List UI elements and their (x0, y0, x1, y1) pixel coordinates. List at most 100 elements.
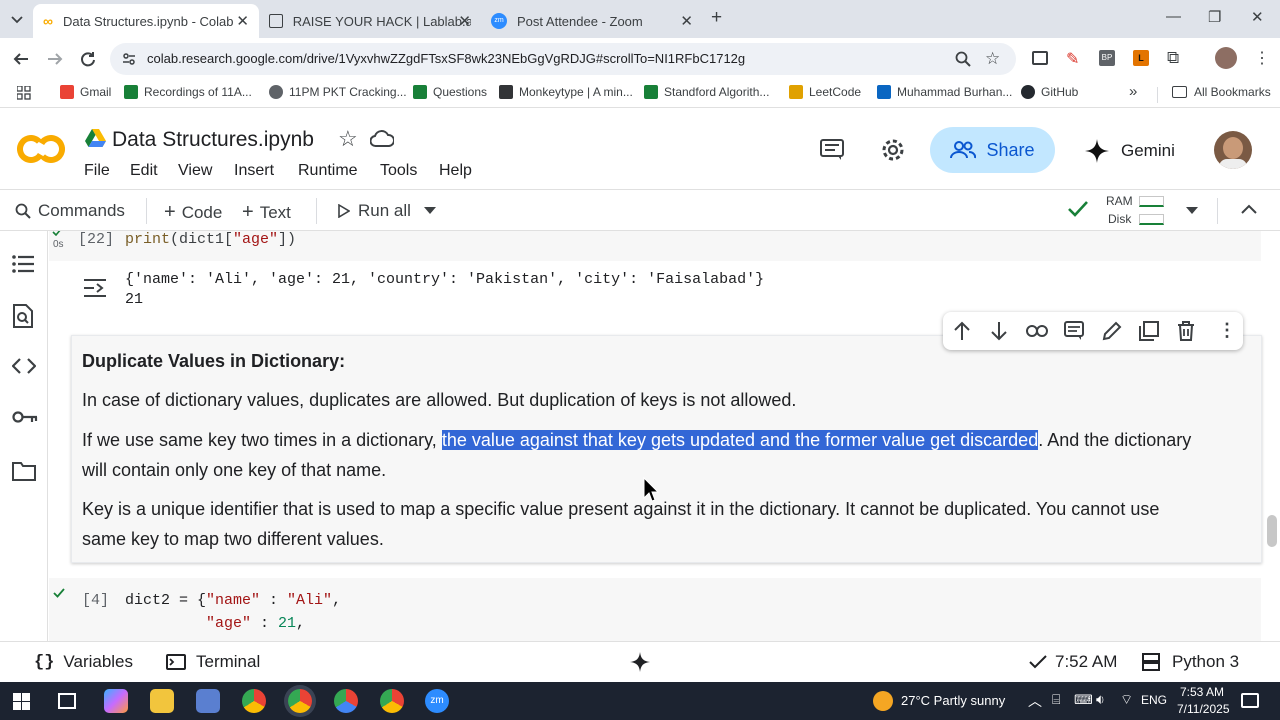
forward-icon[interactable] (46, 50, 64, 68)
commands-button[interactable]: Commands (15, 201, 125, 221)
menu-edit[interactable]: Edit (130, 162, 158, 180)
bookmark-github[interactable]: GitHub (1021, 85, 1078, 99)
run-all-button[interactable]: Run all (338, 201, 411, 221)
task-view-icon[interactable] (58, 693, 76, 709)
tray-network-pc-icon[interactable]: ⌸ (1052, 691, 1060, 708)
pen-extension-icon[interactable]: ✎ (1066, 49, 1079, 69)
bookmark-leetcode[interactable]: LeetCode (789, 85, 861, 99)
share-button[interactable]: Share (930, 127, 1055, 173)
all-bookmarks-button[interactable]: All Bookmarks (1172, 85, 1271, 99)
comment-icon[interactable] (820, 139, 844, 161)
link-icon[interactable] (1026, 325, 1048, 337)
app-icon[interactable] (196, 689, 220, 713)
zoom-icon[interactable]: zm (425, 689, 449, 713)
close-tab-icon[interactable]: ✕ (680, 12, 693, 30)
move-cell-down-icon[interactable] (990, 321, 1008, 341)
windows-start-icon[interactable] (13, 693, 30, 710)
back-icon[interactable] (12, 50, 30, 68)
extensions-puzzle-icon[interactable]: ⧉ (1167, 48, 1179, 68)
notifications-icon[interactable] (1241, 693, 1259, 708)
chrome-icon[interactable] (242, 689, 266, 713)
code-line[interactable]: "age" : 21, (206, 615, 305, 632)
selected-text[interactable]: the value against that key gets updated … (441, 430, 1039, 450)
secrets-key-icon[interactable] (12, 410, 38, 424)
weather-icon[interactable] (873, 691, 893, 711)
close-window-icon[interactable]: ✕ (1251, 8, 1264, 26)
execution-status[interactable]: 7:52 AM (1029, 652, 1117, 672)
bp-extension-icon[interactable]: BP (1099, 50, 1115, 66)
notebook-title[interactable]: Data Structures.ipynb (112, 128, 314, 152)
chrome-icon[interactable] (380, 689, 404, 713)
table-of-contents-icon[interactable] (12, 254, 34, 274)
bookmark-stanford[interactable]: Standford Algorith... (644, 85, 769, 99)
gemini-sparkle-icon[interactable] (630, 652, 650, 672)
terminal-button[interactable]: Terminal (166, 652, 260, 672)
menu-runtime[interactable]: Runtime (298, 162, 358, 180)
code-line[interactable]: dict2 = {"name" : "Ali", (125, 592, 341, 609)
weather[interactable]: 27°C Partly sunny (901, 693, 1005, 708)
menu-insert[interactable]: Insert (234, 162, 274, 180)
close-tab-icon[interactable]: ✕ (458, 12, 471, 30)
taskbar-time[interactable]: 7:53 AM (1180, 685, 1224, 699)
colab-logo-icon[interactable] (16, 133, 66, 165)
taskbar-date[interactable]: 7/11/2025 (1177, 702, 1230, 716)
reload-icon[interactable] (79, 50, 97, 68)
cast-icon[interactable] (1032, 51, 1048, 65)
delete-trash-icon[interactable] (1177, 321, 1195, 341)
new-tab-button[interactable]: + (711, 7, 722, 29)
bookmark-recordings[interactable]: Recordings of 11A... (124, 85, 252, 99)
restore-icon[interactable]: ❐ (1208, 8, 1221, 26)
lt-extension-icon[interactable]: L (1133, 50, 1149, 66)
bookmark-monkeytype[interactable]: Monkeytype | A min... (499, 85, 633, 99)
copilot-icon[interactable] (104, 689, 128, 713)
find-replace-icon[interactable] (12, 304, 34, 328)
profile-avatar[interactable] (1215, 47, 1237, 69)
minimize-icon[interactable]: — (1166, 8, 1181, 25)
code-line[interactable]: print(dict1["age"]) (125, 231, 296, 248)
settings-gear-icon[interactable] (880, 137, 906, 163)
variables-button[interactable]: {} Variables (34, 652, 133, 672)
runtime-indicator[interactable]: Python 3 (1142, 652, 1239, 672)
close-tab-icon[interactable]: ✕ (236, 12, 249, 30)
more-bookmarks-button[interactable]: » (1129, 83, 1137, 100)
text-cell[interactable]: Duplicate Values in Dictionary: In case … (71, 335, 1262, 563)
move-cell-up-icon[interactable] (953, 321, 971, 341)
menu-tools[interactable]: Tools (380, 162, 417, 180)
bookmark-questions[interactable]: Questions (413, 85, 487, 99)
code-cell[interactable]: [4] dict2 = {"name" : "Ali", "age" : 21, (49, 578, 1261, 641)
add-comment-icon[interactable] (1064, 321, 1084, 341)
bookmark-gmail[interactable]: Gmail (60, 85, 111, 99)
tab-colab[interactable]: ∞ Data Structures.ipynb - Colab ✕ (33, 4, 259, 38)
wifi-icon[interactable]: ⌔ (1120, 691, 1133, 709)
ime-icon[interactable]: ⌨ (1074, 692, 1093, 708)
bookmark-linkedin[interactable]: Muhammad Burhan... (877, 85, 1012, 99)
more-options-icon[interactable]: ⋮ (1218, 320, 1236, 341)
tab-lablab[interactable]: RAISE YOUR HACK | Lablab.ai ✕ (259, 4, 481, 38)
apps-grid-icon[interactable] (17, 86, 31, 100)
menu-file[interactable]: File (84, 162, 110, 180)
tab-search-icon[interactable] (10, 12, 24, 26)
zoom-search-icon[interactable] (955, 51, 971, 67)
code-snippets-icon[interactable] (12, 358, 36, 374)
chrome-active-icon[interactable] (288, 689, 312, 713)
resources-dropdown-icon[interactable] (1186, 207, 1198, 215)
add-text-button[interactable]: + Text (242, 201, 291, 224)
browser-menu-icon[interactable]: ⋮ (1254, 48, 1270, 68)
star-icon[interactable]: ☆ (338, 126, 358, 152)
run-all-dropdown-icon[interactable] (424, 207, 436, 215)
menu-help[interactable]: Help (439, 162, 472, 180)
bookmark-star-icon[interactable]: ☆ (985, 49, 1000, 69)
cloud-saved-icon[interactable] (370, 130, 394, 148)
chrome-profile-icon[interactable] (334, 689, 358, 713)
volume-icon[interactable]: 🔉︎ (1096, 691, 1105, 708)
address-bar[interactable]: colab.research.google.com/drive/1VyxvhwZ… (110, 43, 1016, 75)
code-cell[interactable]: 0s [22] print(dict1["age"]) (49, 231, 1261, 261)
gemini-button[interactable]: Gemini (1085, 139, 1175, 163)
site-info-icon[interactable] (122, 52, 136, 66)
output-menu-icon[interactable] (82, 277, 108, 299)
edit-pencil-icon[interactable] (1102, 321, 1122, 341)
scrollbar-thumb[interactable] (1267, 515, 1277, 547)
menu-view[interactable]: View (178, 162, 212, 180)
language-indicator[interactable]: ENG (1141, 693, 1167, 707)
bookmark-11pm[interactable]: 11PM PKT Cracking... (269, 85, 407, 99)
